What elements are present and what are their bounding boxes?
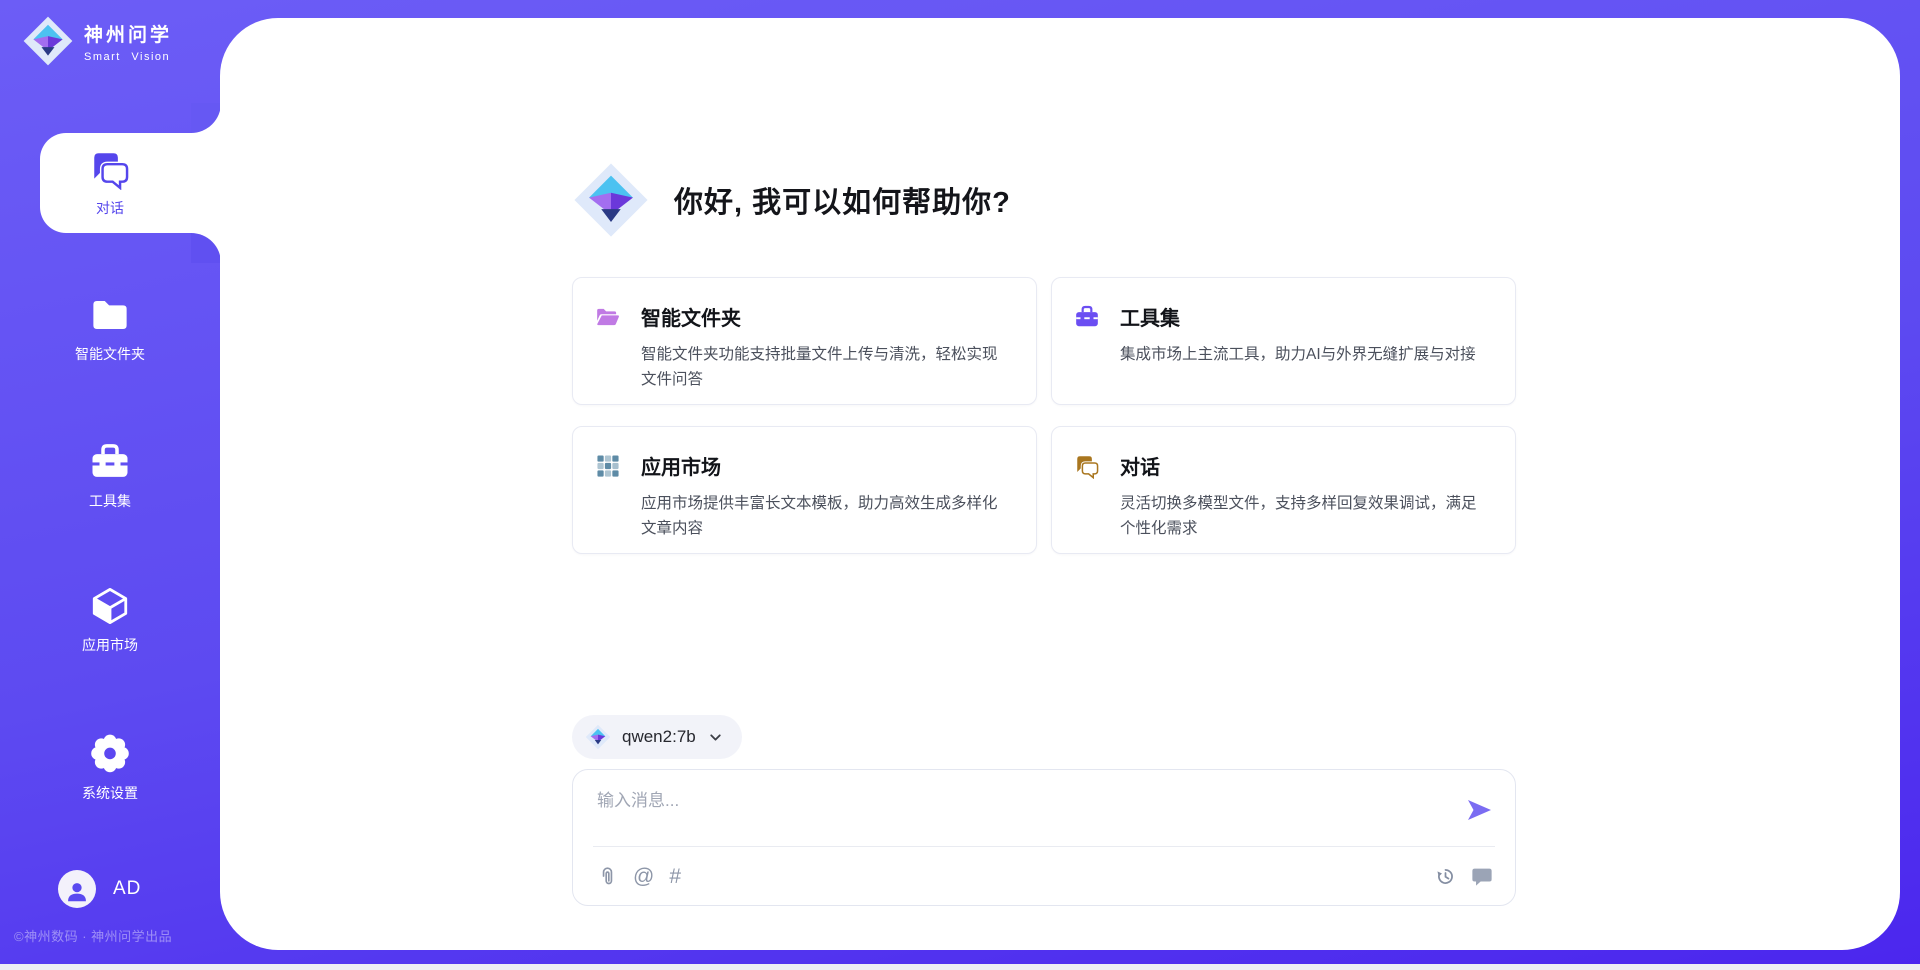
card-description: 集成市场上主流工具，助力AI与外界无缝扩展与对接: [1120, 342, 1491, 367]
sidebar-item-label: 工具集: [0, 491, 220, 511]
composer-toolbar: @ #: [597, 855, 1493, 897]
chevron-down-icon: [707, 729, 724, 746]
topic-button[interactable]: #: [669, 866, 681, 887]
tab-notch-bottom: [191, 233, 221, 263]
card-header: 智能文件夹: [595, 302, 1012, 331]
history-icon: [1435, 866, 1456, 887]
copyright-text: ©神州数码 · 神州问学出品: [14, 926, 172, 945]
card-header: 对话: [1074, 451, 1491, 480]
model-logo-icon: [585, 724, 611, 750]
brand-logo-icon: [22, 15, 74, 67]
card-header: 应用市场: [595, 451, 1012, 480]
sidebar-item-label: 对话: [0, 198, 220, 218]
attach-button[interactable]: [597, 866, 618, 887]
message-composer: @ #: [572, 769, 1516, 906]
brand-text: 神州问学 Smart Vision: [84, 20, 172, 63]
brand-subtitle: Smart Vision: [84, 51, 172, 63]
card-title: 智能文件夹: [641, 302, 741, 331]
main-panel: 你好, 我可以如何帮助你? 智能文件夹 智能文件夹功能支持批量文件上传与清洗，轻…: [220, 18, 1900, 950]
card-title: 应用市场: [641, 451, 721, 480]
chat-icon: [1074, 453, 1100, 479]
chat-icon: [89, 148, 131, 190]
window-bottom-edge: [0, 964, 1920, 970]
mention-button[interactable]: @: [633, 866, 654, 887]
sidebar-item-settings[interactable]: 系统设置: [0, 731, 220, 803]
card-title: 对话: [1120, 451, 1160, 480]
hash-icon: #: [669, 866, 681, 887]
toolbox-icon: [89, 441, 131, 483]
grid-icon: [595, 453, 621, 479]
avatar[interactable]: [58, 870, 96, 908]
message-input[interactable]: [597, 786, 1437, 816]
at-icon: @: [633, 866, 654, 887]
feedback-button[interactable]: [1471, 865, 1493, 887]
tab-notch-top: [191, 103, 221, 133]
sidebar-item-toolset[interactable]: 工具集: [0, 441, 220, 511]
user-name: AD: [113, 878, 141, 900]
sidebar-item-label: 应用市场: [0, 635, 220, 655]
user-icon: [64, 879, 90, 905]
assistant-logo-icon: [572, 161, 650, 239]
user-account[interactable]: AD: [58, 870, 141, 908]
card-chat[interactable]: 对话 灵活切换多模型文件，支持多样回复效果调试，满足个性化需求: [1051, 426, 1516, 554]
chat-bubble-icon: [1471, 865, 1493, 887]
cube-icon: [89, 585, 131, 627]
gear-icon: [88, 731, 132, 775]
sidebar-item-label: 智能文件夹: [0, 344, 220, 364]
card-header: 工具集: [1074, 302, 1491, 331]
greeting: 你好, 我可以如何帮助你?: [572, 161, 1011, 239]
card-description: 应用市场提供丰富长文本模板，助力高效生成多样化文章内容: [641, 491, 1012, 541]
greeting-text: 你好, 我可以如何帮助你?: [674, 179, 1011, 221]
model-name: qwen2:7b: [622, 727, 696, 747]
card-description: 智能文件夹功能支持批量文件上传与清洗，轻松实现文件问答: [641, 342, 1012, 392]
sidebar-item-smart-folder[interactable]: 智能文件夹: [0, 294, 220, 364]
card-description: 灵活切换多模型文件，支持多样回复效果调试，满足个性化需求: [1120, 491, 1491, 541]
sidebar-item-label: 系统设置: [0, 783, 220, 803]
paperclip-icon: [597, 866, 618, 887]
folder-icon: [89, 294, 131, 336]
brand-title: 神州问学: [84, 20, 172, 47]
sidebar-item-app-market[interactable]: 应用市场: [0, 585, 220, 655]
brand: 神州问学 Smart Vision: [22, 15, 172, 67]
composer-divider: [593, 846, 1495, 847]
send-button[interactable]: [1465, 796, 1493, 824]
card-toolset[interactable]: 工具集 集成市场上主流工具，助力AI与外界无缝扩展与对接: [1051, 277, 1516, 405]
card-app-market[interactable]: 应用市场 应用市场提供丰富长文本模板，助力高效生成多样化文章内容: [572, 426, 1037, 554]
card-smart-folder[interactable]: 智能文件夹 智能文件夹功能支持批量文件上传与清洗，轻松实现文件问答: [572, 277, 1037, 405]
toolbox-icon: [1074, 304, 1100, 330]
card-title: 工具集: [1120, 302, 1180, 331]
sidebar-item-chat[interactable]: 对话: [0, 148, 220, 218]
folder-open-icon: [595, 304, 621, 330]
history-button[interactable]: [1435, 866, 1456, 887]
model-selector[interactable]: qwen2:7b: [572, 715, 742, 759]
feature-cards: 智能文件夹 智能文件夹功能支持批量文件上传与清洗，轻松实现文件问答 工具集 集成…: [572, 277, 1516, 554]
